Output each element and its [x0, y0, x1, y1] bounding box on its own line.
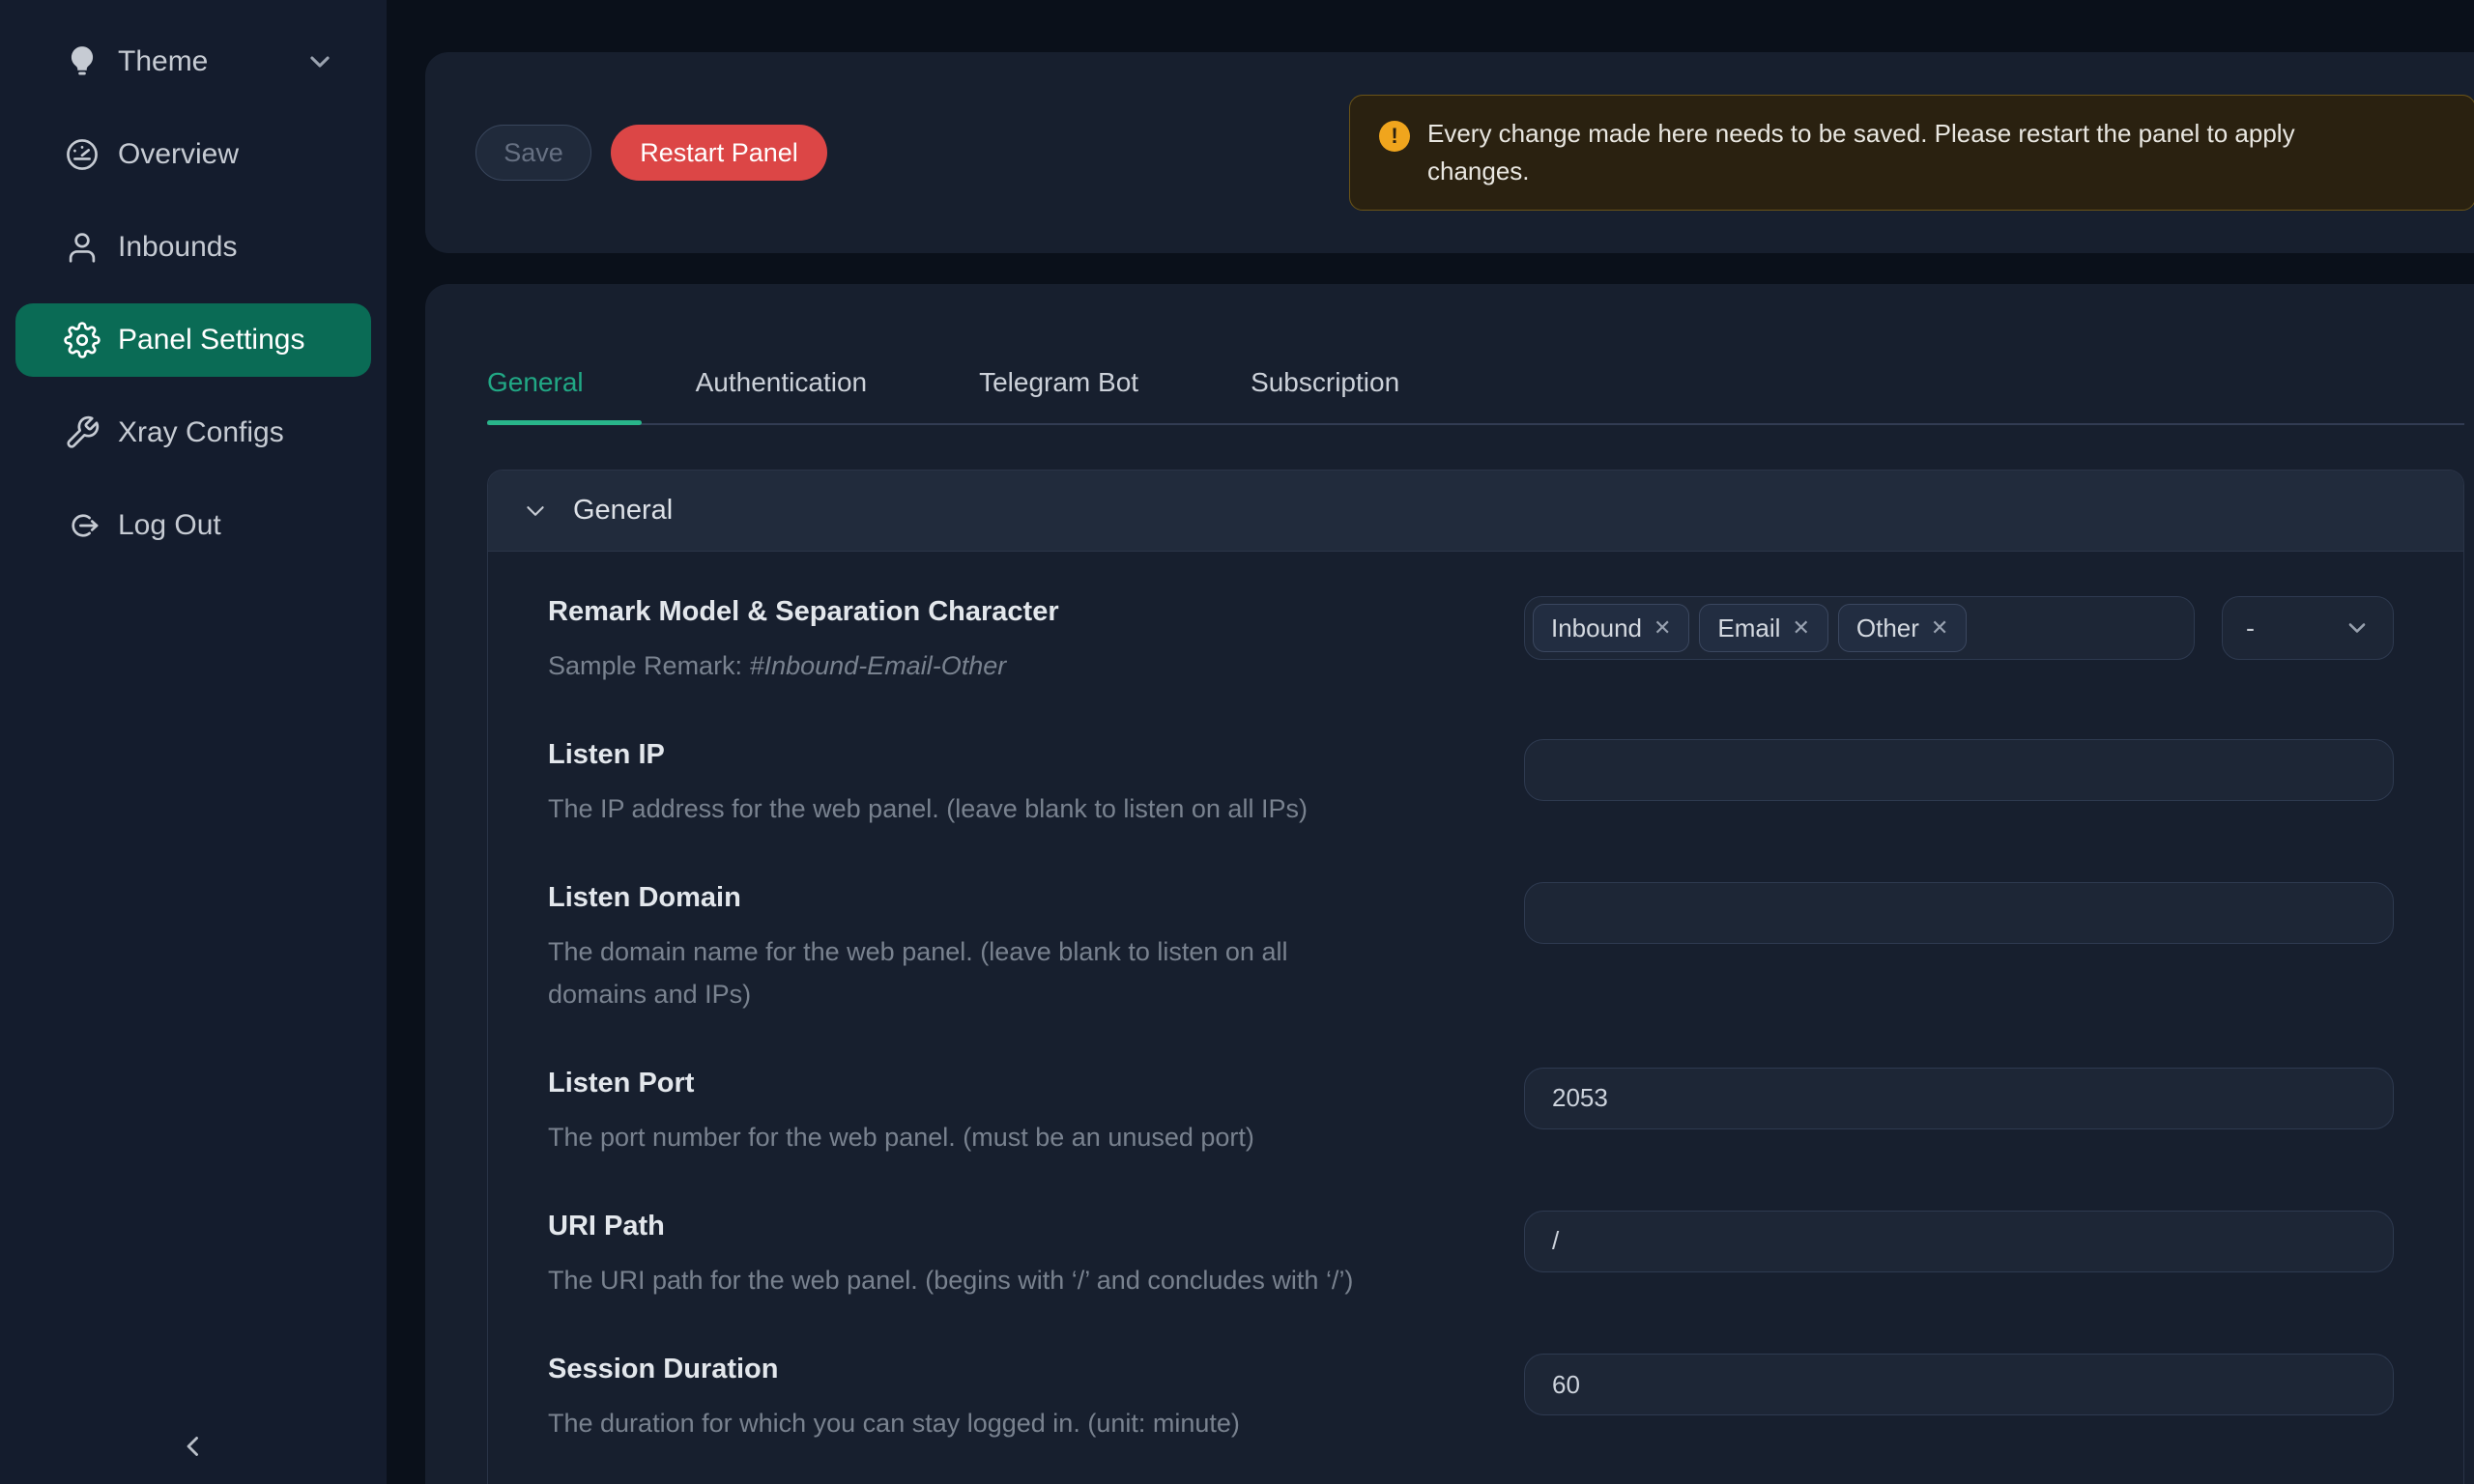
sidebar-collapse-button[interactable] [172, 1426, 215, 1469]
tag-chip-inbound: Inbound ✕ [1533, 604, 1689, 652]
sidebar-item-label: Overview [118, 138, 239, 171]
listen-ip-input[interactable] [1524, 739, 2394, 801]
sidebar-item-overview[interactable]: Overview [0, 118, 387, 191]
active-tab-indicator [487, 420, 642, 425]
settings-card: General Authentication Telegram Bot Subscri… [425, 284, 2474, 1484]
tag-chip-other: Other ✕ [1838, 604, 1967, 652]
field-label: Listen IP [548, 739, 1456, 771]
sidebar-item-panel-settings[interactable]: Panel Settings [15, 303, 371, 377]
wrench-icon [64, 414, 101, 451]
field-label: Listen Domain [548, 882, 1456, 914]
chevron-down-icon [305, 47, 334, 76]
logout-icon [64, 507, 101, 544]
user-icon [64, 229, 101, 266]
field-info-listen-ip: Listen IP The IP address for the web pane… [548, 739, 1524, 830]
general-section-header[interactable]: General [488, 471, 2463, 552]
field-control-listen-domain [1524, 882, 2394, 1014]
field-control-listen-ip [1524, 739, 2394, 830]
remark-model-multiselect[interactable]: Inbound ✕ Email ✕ Other ✕ [1524, 596, 2195, 660]
tag-chip-email: Email ✕ [1699, 604, 1827, 652]
field-row-listen-ip: Listen IP The IP address for the web pane… [548, 739, 2394, 830]
chevron-left-icon [177, 1451, 210, 1466]
field-label: URI Path [548, 1211, 1456, 1242]
field-description: The domain name for the web panel. (leav… [548, 931, 1456, 1014]
chevron-down-icon [523, 499, 548, 524]
tag-label: Email [1717, 614, 1780, 643]
separator-selected-value: - [2246, 614, 2255, 643]
sidebar-item-label: Log Out [118, 509, 221, 542]
field-control-uri-path [1524, 1211, 2394, 1301]
tag-label: Inbound [1551, 614, 1642, 643]
field-description: The IP address for the web panel. (leave… [548, 788, 1456, 830]
tab-general[interactable]: General [487, 367, 584, 398]
field-row-uri-path: URI Path The URI path for the web panel. … [548, 1211, 2394, 1301]
uri-path-input[interactable] [1524, 1211, 2394, 1272]
restart-warning-alert: ! Every change made here needs to be sav… [1349, 95, 2474, 211]
sidebar-item-label: Inbounds [118, 231, 237, 264]
field-row-listen-domain: Listen Domain The domain name for the web… [548, 882, 2394, 1014]
tab-authentication[interactable]: Authentication [696, 367, 867, 398]
tag-label: Other [1856, 614, 1919, 643]
tab-subscription[interactable]: Subscription [1251, 367, 1399, 398]
dashboard-icon [64, 136, 101, 173]
field-info-listen-domain: Listen Domain The domain name for the web… [548, 882, 1524, 1014]
sidebar-item-xray-configs[interactable]: Xray Configs [0, 396, 387, 470]
field-label: Session Duration [548, 1354, 1456, 1385]
field-info-remark-model-separation-character: Remark Model & Separation Character Sampl… [548, 596, 1524, 687]
sidebar: Theme Overview Inbounds Panel Settings Xray … [0, 0, 387, 1484]
lightbulb-icon [64, 43, 101, 80]
separator-select[interactable]: - [2222, 596, 2394, 660]
field-label: Listen Port [548, 1068, 1456, 1099]
field-description: The port number for the web panel. (must… [548, 1117, 1456, 1158]
sidebar-item-inbounds[interactable]: Inbounds [0, 211, 387, 284]
gear-icon [64, 322, 101, 358]
sidebar-item-theme[interactable]: Theme [0, 25, 387, 99]
tag-remove-icon[interactable]: ✕ [1931, 617, 1948, 639]
tag-remove-icon[interactable]: ✕ [1654, 617, 1671, 639]
field-description: Sample Remark: #Inbound-Email-Other [548, 645, 1456, 687]
sidebar-item-label: Theme [118, 45, 208, 78]
tab-telegram-bot[interactable]: Telegram Bot [979, 367, 1138, 398]
toolbar-card: Save Restart Panel ! Every change made h… [425, 52, 2474, 253]
alert-text: Every change made here needs to be saved… [1427, 115, 2355, 190]
toolbar-buttons: Save Restart Panel [475, 125, 827, 181]
field-row-listen-port: Listen Port The port number for the web p… [548, 1068, 2394, 1158]
tag-remove-icon[interactable]: ✕ [1792, 617, 1809, 639]
restart-panel-button[interactable]: Restart Panel [611, 125, 827, 181]
general-section-body: Remark Model & Separation Character Sampl… [488, 552, 2463, 1484]
sidebar-item-label: Xray Configs [118, 416, 284, 449]
general-section: General Remark Model & Separation Charac… [487, 470, 2464, 1484]
main-content: Save Restart Panel ! Every change made h… [387, 0, 2474, 1484]
field-row-remark-model-separation-character: Remark Model & Separation Character Sampl… [548, 596, 2394, 687]
listen-port-input[interactable] [1524, 1068, 2394, 1129]
session-duration-input[interactable] [1524, 1354, 2394, 1415]
warning-icon: ! [1379, 121, 1410, 152]
sidebar-item-log-out[interactable]: Log Out [0, 489, 387, 562]
field-label: Remark Model & Separation Character [548, 596, 1456, 628]
field-control-remark-model-separation-character: Inbound ✕ Email ✕ Other ✕ - [1524, 596, 2394, 687]
field-control-session-duration [1524, 1354, 2394, 1444]
settings-tabs: General Authentication Telegram Bot Subscri… [487, 342, 2464, 425]
field-description: The URI path for the web panel. (begins … [548, 1260, 1456, 1301]
field-info-session-duration: Session Duration The duration for which y… [548, 1354, 1524, 1444]
listen-domain-input[interactable] [1524, 882, 2394, 944]
chevron-down-icon [2345, 615, 2370, 641]
field-info-uri-path: URI Path The URI path for the web panel. … [548, 1211, 1524, 1301]
sidebar-item-label: Panel Settings [118, 324, 304, 357]
field-control-listen-port [1524, 1068, 2394, 1158]
save-button[interactable]: Save [475, 125, 591, 181]
field-info-listen-port: Listen Port The port number for the web p… [548, 1068, 1524, 1158]
field-description: The duration for which you can stay logg… [548, 1403, 1456, 1444]
field-row-session-duration: Session Duration The duration for which y… [548, 1354, 2394, 1444]
section-title: General [573, 495, 673, 527]
